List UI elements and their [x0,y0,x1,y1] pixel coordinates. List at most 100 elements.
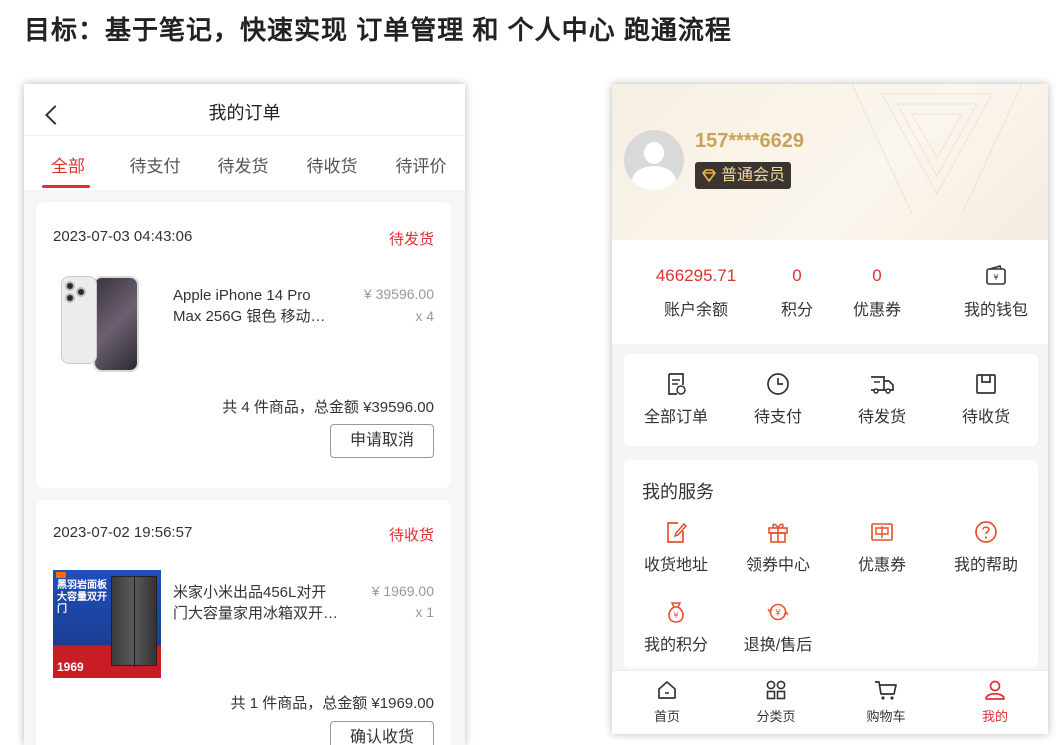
tabbar-mine[interactable]: 我的 [955,679,1035,725]
product-name-line: 米家小米出品456L对开 [173,584,327,601]
order-summary: 共 1 件商品，总金额 ¥1969.00 [230,695,434,712]
product-quantity: x 4 [415,308,434,324]
svg-text:¥: ¥ [673,611,678,620]
balance-label: 账户余额 [663,302,728,319]
shortcut-label: 待支付 [753,409,802,426]
wallet-label[interactable]: 我的钱包 [956,296,1036,320]
order-status: 待收货 [388,527,434,544]
tabbar-label: 我的 [981,709,1008,724]
ad-price: 1969 [57,660,84,674]
tabbar-home[interactable]: 首页 [627,679,707,725]
avatar-body-shape [632,166,676,190]
order-tabs: 全部 待支付 待发货 待收货 待评价 [24,136,465,190]
service-address[interactable]: 收货地址 [626,520,726,575]
coupon-count-value[interactable]: 0 [842,266,912,286]
tab-pending-shipment[interactable]: 待发货 [203,152,283,177]
product-name-line: 门大容量家用冰箱双开… [173,605,339,622]
tabbar-label: 购物车 [866,709,906,724]
order-card[interactable]: 2023-07-02 19:56:57 待收货 黑羽岩面板 大容量双开门 196… [36,500,451,745]
edit-note-icon [667,522,687,543]
tab-pending-receipt[interactable]: 待收货 [292,152,372,177]
tabbar-label: 首页 [653,709,680,724]
service-coupons[interactable]: 优惠券 [832,520,932,575]
nav-bar: 我的订单 [24,84,465,136]
bottom-tab-bar: 首页 分类页 购物车 我的 [612,670,1048,734]
product-name-line: Max 256G 银色 移动… [173,308,326,325]
shortcut-label: 全部订单 [643,409,708,426]
profile-header: 157****6629 普通会员 [612,84,1048,240]
money-bag-icon: ¥ [668,602,684,623]
coupon-icon [871,523,893,541]
shortcut-all-orders[interactable]: 全部订单 [626,372,726,427]
order-date: 2023-07-03 04:43:06 [53,228,193,245]
coupon-count-label: 优惠券 [852,302,901,319]
camera-lens [65,293,75,303]
points-value[interactable]: 0 [767,266,827,286]
product-name[interactable]: Apple iPhone 14 Pro Max 256G 银色 移动… [173,285,343,327]
help-icon [975,521,997,543]
product-image[interactable] [53,272,161,380]
service-label: 我的帮助 [953,557,1018,574]
camera-lens [76,287,86,297]
service-points[interactable]: ¥ 我的积分 [626,600,726,655]
orders-screen: 我的订单 全部 待支付 待发货 待收货 待评价 2023-07-03 04:43… [24,84,465,745]
service-label: 退换/售后 [743,637,813,654]
diamond-icon [702,168,716,182]
service-label: 收货地址 [643,557,708,574]
category-icon [766,680,786,700]
camera-lens [65,281,75,291]
member-badge: 普通会员 [695,162,792,189]
service-label: 我的积分 [643,637,708,654]
my-services: 我的服务 收货地址 领券中心 优惠券 我的帮助 ¥ 我的积分 ¥ 退换/售后 [624,460,1038,668]
home-icon [658,681,676,699]
points-label: 积分 [780,302,813,319]
service-help[interactable]: 我的帮助 [936,520,1036,575]
tabbar-cart[interactable]: 购物车 [846,679,926,725]
product-quantity: x 1 [415,604,434,620]
service-refund[interactable]: ¥ 退换/售后 [728,600,828,655]
balance-value[interactable]: 466295.71 [640,266,752,286]
tab-all[interactable]: 全部 [28,152,108,177]
tab-pending-review[interactable]: 待评价 [381,152,461,177]
decorative-pattern [852,84,1022,214]
avatar-head-shape [644,142,664,164]
profile-screen: 157****6629 普通会员 466295.71 账户余额 0 积分 0 优… [612,84,1048,734]
shortcut-label: 待收货 [961,409,1010,426]
clock-icon [767,373,789,395]
cancel-order-button[interactable]: 申请取消 [330,424,434,458]
iphone-front [93,276,139,372]
wallet-icon[interactable]: ¥ [985,264,1007,286]
gift-icon [768,523,788,543]
fridge-illustration [111,576,157,667]
product-name[interactable]: 米家小米出品456L对开 门大容量家用冰箱双开… [173,582,343,624]
refund-icon: ¥ [767,603,789,621]
ad-headline: 黑羽岩面板 大容量双开门 [57,580,107,615]
account-stats: 466295.71 账户余额 0 积分 0 优惠券 ¥ 我的钱包 [612,240,1048,344]
order-card[interactable]: 2023-07-03 04:43:06 待发货 Apple iPhone 14 … [36,202,451,488]
svg-text:¥: ¥ [775,609,781,619]
order-status: 待发货 [388,231,434,248]
tab-pending-payment[interactable]: 待支付 [115,152,195,177]
order-shortcuts: 全部订单 待支付 待发货 待收货 [624,354,1038,446]
product-image[interactable]: 黑羽岩面板 大容量双开门 1969 [53,570,161,678]
product-name-line: Apple iPhone 14 Pro [173,287,311,304]
shortcut-label: 待发货 [857,409,906,426]
tabbar-label: 分类页 [756,709,796,724]
svg-text:¥: ¥ [993,273,998,282]
user-icon [985,680,1005,700]
product-price: ¥ 1969.00 [371,583,434,599]
truck-icon [871,376,894,394]
shortcut-pending-payment[interactable]: 待支付 [728,372,828,427]
tabbar-category[interactable]: 分类页 [736,679,816,725]
shortcut-pending-shipment[interactable]: 待发货 [832,372,932,427]
shortcut-pending-receipt[interactable]: 待收货 [936,372,1036,427]
brand-logo [56,572,66,578]
service-label: 领券中心 [745,557,810,574]
avatar[interactable] [624,130,684,190]
cart-icon [875,681,897,700]
box-icon [976,374,996,394]
service-label: 优惠券 [857,557,906,574]
services-title: 我的服务 [642,482,714,502]
confirm-receipt-button[interactable]: 确认收货 [330,721,434,745]
service-coupon-center[interactable]: 领券中心 [728,520,828,575]
